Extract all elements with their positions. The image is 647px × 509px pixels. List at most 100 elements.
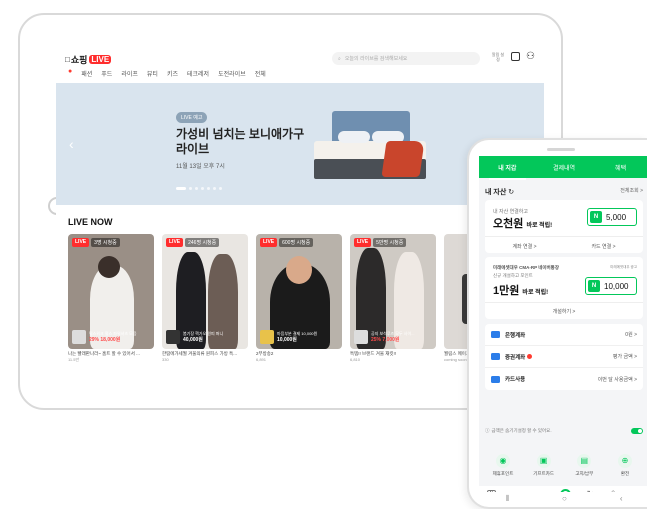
product-price: 10,000원 <box>277 337 297 343</box>
nav-tech[interactable]: 테크레저 <box>187 69 209 78</box>
asset-row-bank[interactable]: 은행계좌 0원 > <box>485 324 643 346</box>
viewer-count: 600명 시청중 <box>279 238 314 247</box>
live-card[interactable]: LIVE 3명 시청중 펄스워크 펄스 파워셔츠 모음 29% 18,000원 <box>68 234 154 349</box>
naver-n-icon: N <box>590 211 602 223</box>
live-badge: LIVE <box>260 238 278 247</box>
asset-row-stock[interactable]: 증권계좌 평가 금액 > <box>485 346 643 368</box>
point-badge: N 5,000 <box>587 208 637 226</box>
hide-amount-toggle[interactable] <box>631 428 643 434</box>
quick-label: 고지/납부 <box>575 471 594 476</box>
card-views: 330 <box>162 357 169 362</box>
phone-frame: 내 지갑 결제내역 혜택 내 자산 ↻ 전체조회 > 내 자산 연결하고 오천원… <box>467 138 647 509</box>
quick-exchange[interactable]: ⊕ 환전 <box>607 454 643 477</box>
card-caption[interactable]: 한땀에가세월 겨울의류 원피스 가방 특... <box>162 351 248 357</box>
ad-label: 미래에셋대우 광고 <box>610 265 637 269</box>
connect-card-link[interactable]: 카드 연결 > <box>564 243 643 250</box>
asset-connect-reward: 오천원 <box>493 218 524 230</box>
more-icon[interactable]: ⋯ <box>632 489 641 493</box>
green-home-icon[interactable] <box>560 488 572 492</box>
quick-label: 제휴포인트 <box>492 471 514 476</box>
banner-date: 11월 13일 오후 7시 <box>176 164 225 170</box>
cma-promo-sub: 신규 개설하고 포인트 <box>493 273 533 278</box>
system-nav-bar: ⦀ ○ ‹ <box>479 494 647 504</box>
product-price: 40,000원 <box>183 337 203 343</box>
point-amount: 5,000 <box>606 212 627 222</box>
asset-row-value: 평가 금액 > <box>612 354 637 360</box>
naver-n-icon[interactable]: N <box>486 490 497 492</box>
refresh-icon[interactable]: ↻ <box>508 189 514 196</box>
banner-title: 가성비 넘치는 보니애가구 라이브 <box>176 127 305 156</box>
asset-header: 내 자산 ↻ 전체조회 > <box>485 187 643 197</box>
nav-beauty[interactable]: 뷰티 <box>147 69 158 78</box>
open-account-button[interactable]: 개설하기 > <box>485 302 643 315</box>
point-amount: 10,000 <box>604 281 629 291</box>
nav-all[interactable]: 전체 <box>255 69 266 78</box>
device-mockup-stage: □ 쇼핑 LIVE ● 패션 푸드 라이프 뷰티 키즈 테크레저 도전라이브 전… <box>0 0 647 509</box>
user-icon[interactable]: ⚇ <box>526 51 535 62</box>
pagination-dot[interactable] <box>207 187 210 190</box>
share-icon[interactable]: ⇪ <box>609 489 617 493</box>
live-card[interactable]: LIVE 246명 시청중 봄기장 핵가오 원피 퍼니 40,000원 <box>162 234 248 349</box>
asset-connect-card: 내 자산 연결하고 오천원 바로 적립! N 5,000 계좌 연결 > 카드 연… <box>485 200 643 253</box>
nav-food[interactable]: 푸드 <box>101 69 112 78</box>
pagination-dot[interactable] <box>213 187 216 190</box>
live-card-captions: 나는 빨래판나라~ 홈트 할 수 있어서 ... 11.5만 한땀에가세월 겨울의… <box>68 351 484 363</box>
search-input[interactable]: ⌕ 오늘의 라이브를 검색해보세요 <box>332 52 480 65</box>
forward-arrow-icon[interactable]: → <box>536 489 545 492</box>
card-views: 11.5만 <box>68 357 80 362</box>
nav-home[interactable]: ● <box>68 68 72 78</box>
product-price: 25% 7,000원 <box>371 337 400 343</box>
pagination-dot[interactable] <box>195 187 198 190</box>
pagination-dot[interactable] <box>189 187 192 190</box>
tab-my-wallet[interactable]: 내 지갑 <box>479 163 536 180</box>
recent-apps-icon[interactable]: ⦀ <box>505 494 509 504</box>
calendar-icon[interactable] <box>511 52 520 61</box>
gift-card-icon: ▣ <box>536 454 551 468</box>
tab-benefits[interactable]: 혜택 <box>592 163 647 172</box>
shopping-live-logo[interactable]: □ 쇼핑 LIVE <box>65 53 112 66</box>
new-badge <box>527 353 533 359</box>
point-icon: ◉ <box>496 454 510 468</box>
hide-amount-row: ⓘ 금액은 숨기기설정 할 수 있어요. <box>485 428 643 434</box>
back-arrow-icon[interactable]: ← <box>512 489 521 492</box>
pagination-dot[interactable] <box>219 187 222 190</box>
viewer-count: 3명 시청중 <box>91 238 120 247</box>
system-back-icon[interactable]: ‹ <box>620 494 623 504</box>
tab-payment-history[interactable]: 결제내역 <box>536 163 593 172</box>
asset-connect-suffix: 바로 적립! <box>526 223 553 229</box>
cma-promo-suffix: 바로 적립! <box>522 290 549 296</box>
connect-account-link[interactable]: 계좌 연결 > <box>485 243 564 250</box>
reload-icon[interactable]: ↻ <box>587 489 595 493</box>
nav-kids[interactable]: 키즈 <box>167 69 178 78</box>
asset-row-card[interactable]: 카드사용 이번 달 사용금액 > <box>485 368 643 390</box>
pagination-dot-active[interactable] <box>176 187 186 190</box>
logo-live-badge: LIVE <box>89 55 112 64</box>
asset-row-value: 0원 > <box>625 332 637 338</box>
info-icon: ⓘ <box>485 428 490 433</box>
live-card[interactable]: LIVE 600명 시청중 마음부분 결제 10,000원 10,000원 <box>256 234 342 349</box>
nav-fashion[interactable]: 패션 <box>81 69 92 78</box>
live-card[interactable]: LIVE 5만명 시청중 공지 보석루즈 모두 사이... 25% 7,000원 <box>350 234 436 349</box>
nav-life[interactable]: 라이프 <box>121 69 138 78</box>
asset-row-label: 카드사용 <box>505 377 526 383</box>
alarm-setting-label[interactable]: 알림 설정 <box>491 52 505 62</box>
cma-promo-reward: 1만원 <box>493 285 520 297</box>
search-placeholder: 오늘의 라이브를 검색해보세요 <box>344 56 408 62</box>
product-thumbnail <box>72 330 86 344</box>
live-badge: LIVE <box>354 238 372 247</box>
quick-partner-point[interactable]: ◉ 제휴포인트 <box>485 454 521 477</box>
pagination-dot[interactable] <box>201 187 204 190</box>
chevron-left-icon[interactable]: ‹ <box>69 136 74 152</box>
asset-row-label: 증권계좌 <box>505 354 526 361</box>
home-circle-icon[interactable]: ○ <box>562 494 567 504</box>
view-all-link[interactable]: 전체조회 > <box>620 187 643 197</box>
quick-bill-pay[interactable]: ▤ 고지/납부 <box>566 454 602 477</box>
asset-connect-sub: 내 자산 연결하고 <box>493 209 528 215</box>
asset-row-value: 이번 달 사용금액 > <box>597 376 637 383</box>
point-badge: N 10,000 <box>585 277 637 295</box>
logo-n-icon: □ <box>65 55 70 64</box>
bed-product-image <box>314 111 429 191</box>
quick-gift-card[interactable]: ▣ 기프트카드 <box>526 454 562 477</box>
category-nav: ● 패션 푸드 라이프 뷰티 키즈 테크레저 도전라이브 전체 <box>68 68 266 78</box>
nav-challenge[interactable]: 도전라이브 <box>218 69 246 78</box>
